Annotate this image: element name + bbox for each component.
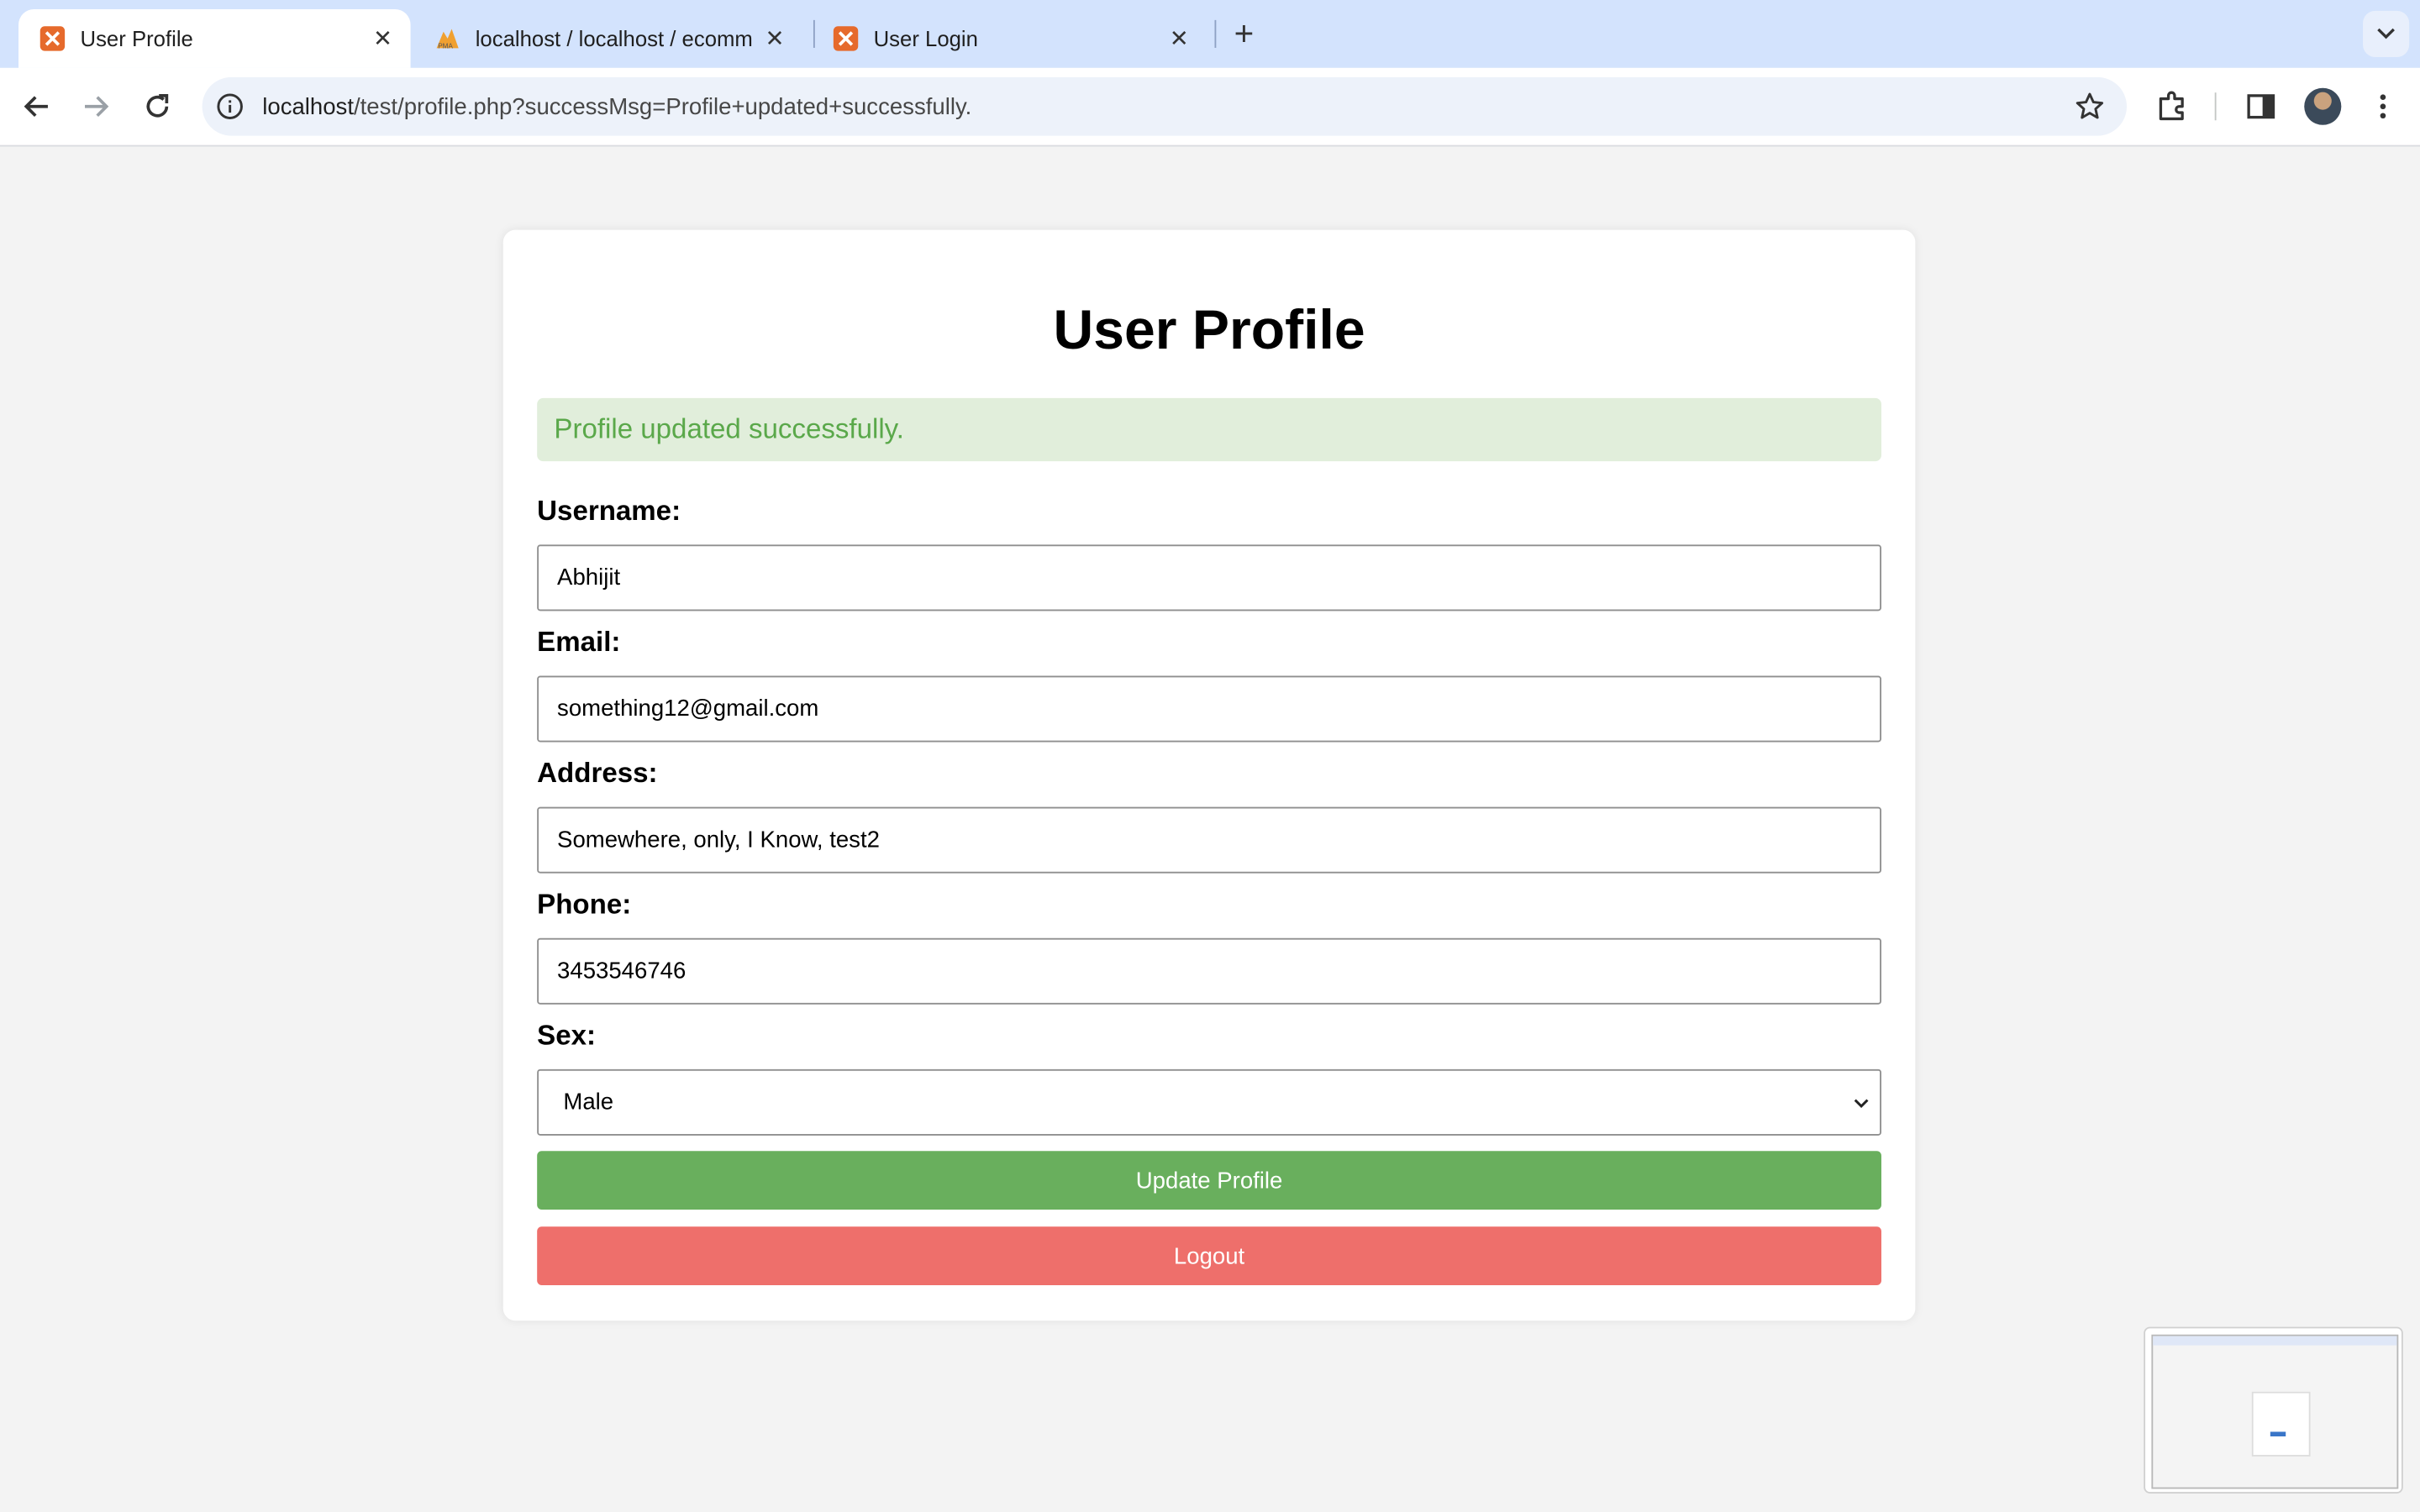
email-field[interactable]: something12@gmail.com — [537, 675, 1881, 743]
tab-separator — [1214, 19, 1217, 48]
profile-card: User Profile Profile updated successfull… — [502, 229, 1916, 1321]
toolbar-separator — [2214, 92, 2217, 121]
close-tab-icon[interactable]: ✕ — [1164, 24, 1195, 55]
phone-field[interactable]: 3453546746 — [537, 937, 1881, 1005]
extensions-icon[interactable] — [2154, 90, 2188, 123]
close-tab-icon[interactable]: ✕ — [367, 24, 398, 55]
logout-button[interactable]: Logout — [537, 1226, 1881, 1285]
sex-select[interactable]: Male — [537, 1068, 1881, 1136]
page-title: User Profile — [1053, 297, 1365, 361]
site-info-icon[interactable] — [214, 91, 245, 122]
tab-title: User Profile — [80, 26, 193, 51]
svg-text:PMA: PMA — [438, 42, 453, 50]
tab-user-login[interactable]: User Login ✕ — [812, 9, 1207, 68]
url-host: localhost — [262, 93, 354, 120]
xampp-icon — [833, 26, 859, 51]
bookmark-star-icon[interactable] — [2075, 91, 2106, 122]
chevron-down-icon — [1852, 1092, 1870, 1118]
phone-label: Phone: — [537, 888, 632, 920]
sex-label: Sex: — [537, 1020, 597, 1051]
side-panel-icon[interactable] — [2244, 90, 2278, 123]
username-label: Username: — [537, 495, 681, 527]
profile-avatar[interactable] — [2304, 87, 2342, 125]
tab-preview-image — [2151, 1334, 2399, 1489]
preview-login-button — [2270, 1431, 2286, 1436]
address-field[interactable]: Somewhere, only, I Know, test2 — [537, 806, 1881, 874]
tab-phpmyadmin[interactable]: PMA localhost / localhost / ecomm ✕ — [413, 9, 802, 68]
tab-title: User Login — [873, 26, 978, 51]
more-menu-icon[interactable] — [2366, 90, 2400, 123]
new-tab-icon[interactable]: + — [1225, 14, 1262, 53]
address-label: Address: — [537, 757, 658, 789]
back-icon[interactable] — [17, 87, 57, 127]
sex-select-value: Male — [563, 1089, 614, 1116]
xampp-icon — [39, 26, 66, 51]
username-field[interactable]: Abhijit — [537, 544, 1881, 612]
update-profile-button[interactable]: Update Profile — [537, 1151, 1881, 1210]
browser-toolbar: localhost/test/profile.php?successMsg=Pr… — [0, 67, 2420, 147]
tab-preview-thumbnail — [2144, 1326, 2403, 1494]
tab-search-icon[interactable] — [2363, 10, 2410, 57]
success-alert: Profile updated successfully. — [537, 397, 1881, 462]
forward-icon[interactable] — [76, 87, 116, 127]
tab-title: localhost / localhost / ecomm — [475, 26, 753, 51]
url-text: localhost/test/profile.php?successMsg=Pr… — [262, 93, 971, 119]
preview-toolbar — [2153, 1336, 2397, 1346]
close-tab-icon[interactable]: ✕ — [760, 24, 791, 55]
tab-user-profile[interactable]: User Profile ✕ — [18, 9, 411, 68]
preview-login-card — [2251, 1391, 2311, 1457]
email-label: Email: — [537, 626, 621, 658]
tab-strip: User Profile ✕ PMA localhost / localhost… — [0, 0, 2420, 68]
address-bar[interactable]: localhost/test/profile.php?successMsg=Pr… — [202, 76, 2128, 136]
url-path: /test/profile.php?successMsg=Profile+upd… — [353, 93, 972, 120]
phpmyadmin-icon: PMA — [435, 26, 460, 50]
reload-icon[interactable] — [137, 87, 177, 127]
